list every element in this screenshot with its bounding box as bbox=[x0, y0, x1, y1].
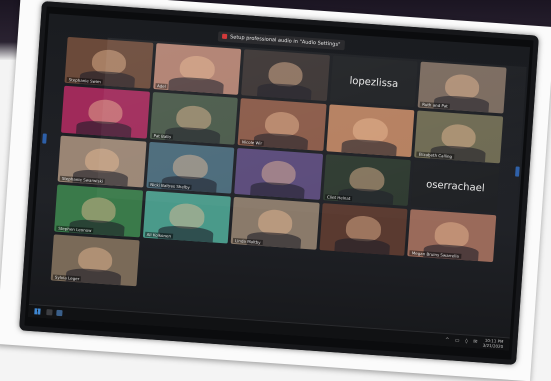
participant-name-label: Ruth and Pat bbox=[420, 102, 450, 110]
participant-tile[interactable]: Sylvia Leger bbox=[50, 234, 140, 287]
participant-tile[interactable]: Stephen Leonow bbox=[54, 184, 143, 237]
participant-tile[interactable] bbox=[326, 104, 415, 157]
participant-name-label: Linda Maltby bbox=[232, 237, 263, 245]
participant-body bbox=[168, 76, 224, 95]
participant-body bbox=[334, 236, 391, 255]
participant-tile[interactable] bbox=[241, 49, 330, 102]
windows-start-icon[interactable] bbox=[34, 308, 41, 315]
participant-tile[interactable]: Nicki Baltres Shelby bbox=[145, 141, 235, 194]
participant-name-display: oserrachael bbox=[425, 179, 485, 195]
participant-body bbox=[341, 138, 398, 156]
previous-page-arrow-icon[interactable] bbox=[42, 133, 47, 144]
participant-tile[interactable]: Ruth and Pat bbox=[417, 61, 507, 114]
participant-body bbox=[256, 82, 313, 101]
participant-name-label: Clint Helnat bbox=[324, 194, 353, 202]
participant-tile[interactable]: Elizabeth Calling bbox=[414, 110, 504, 164]
participant-tile[interactable]: Linda Maltby bbox=[230, 197, 320, 250]
participant-tile[interactable] bbox=[234, 147, 323, 201]
system-tray-icons[interactable]: ^ ▭ ◊ ✉ bbox=[445, 337, 480, 345]
participant-name-label: Pat Ballo bbox=[151, 132, 174, 140]
participant-tile[interactable]: Megan Bruins Swarrella bbox=[407, 209, 497, 262]
participant-tile[interactable] bbox=[60, 86, 150, 139]
participant-tile[interactable]: Nicole Wir bbox=[237, 98, 327, 151]
search-icon[interactable] bbox=[46, 309, 53, 316]
participant-tile[interactable]: Stephanie Swarwiski bbox=[57, 135, 147, 188]
participant-body bbox=[249, 181, 306, 199]
participant-tile[interactable]: oserrachael bbox=[411, 160, 500, 213]
participant-tile[interactable]: Pat Ballo bbox=[149, 92, 238, 145]
participant-tile[interactable]: lopezlissa bbox=[329, 55, 419, 108]
audio-settings-notice[interactable]: Setup professional audio in "Audio Setti… bbox=[217, 31, 345, 51]
zoom-taskbar-icon[interactable] bbox=[56, 309, 63, 317]
participant-tile[interactable]: Clint Helnat bbox=[322, 154, 412, 207]
participant-name-label: Nicole Wir bbox=[239, 138, 265, 146]
monitor: Setup professional audio in "Audio Setti… bbox=[19, 1, 539, 365]
participant-tile[interactable]: Adel bbox=[152, 43, 242, 96]
participant-name-label: Ali Kolkonen bbox=[144, 231, 174, 239]
gallery-grid: Stephanie Swim Adel lopezlissa Ruth and Pat… bbox=[50, 36, 507, 311]
participant-name-label: Sylvia Leger bbox=[52, 274, 82, 282]
participant-name-label: Adel bbox=[154, 83, 168, 90]
notice-icon bbox=[221, 33, 228, 40]
zoom-window: Setup professional audio in "Audio Setti… bbox=[28, 13, 531, 351]
participant-name-display: lopezlissa bbox=[349, 75, 399, 90]
participant-tile[interactable]: Ali Kolkonen bbox=[142, 190, 232, 244]
participant-tile[interactable] bbox=[319, 203, 408, 256]
clock[interactable]: 10:11 PM 3/21/2020 bbox=[482, 338, 503, 349]
participant-body bbox=[76, 119, 132, 138]
participant-tile[interactable]: Stephanie Swim bbox=[64, 36, 154, 90]
next-page-arrow-icon[interactable] bbox=[515, 166, 520, 177]
